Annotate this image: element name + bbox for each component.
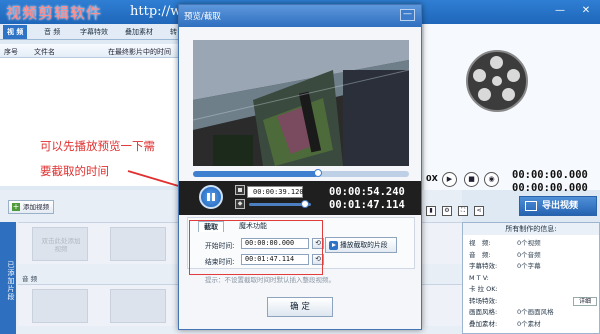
empty-slot-hint: 双击此处添加视频 <box>41 237 81 253</box>
info-row-value: 0个视频 <box>517 239 541 247</box>
info-row-key: 叠加素材: <box>469 319 498 328</box>
duration-time: 00:01:47.114 <box>329 199 405 211</box>
info-row-key: 转场特效: <box>469 296 498 305</box>
info-row-key: 画面风格: <box>469 308 498 316</box>
info-row-key: M T V: <box>469 273 489 282</box>
column-index[interactable]: 序号 <box>4 47 18 57</box>
info-row-value: 0个音频 <box>517 250 541 259</box>
volume-slider-handle[interactable] <box>300 200 309 208</box>
tab-subtitle-effects[interactable]: 字幕特效 <box>76 25 112 39</box>
video-frame-image <box>193 40 409 166</box>
column-filename[interactable]: 文件名 <box>34 47 55 57</box>
play-clip-button[interactable]: 播放截取的片段 <box>325 237 397 253</box>
dialog-titlebar[interactable]: 预览/截取 — <box>179 5 421 27</box>
info-title: 所有制作的信息: <box>463 223 599 235</box>
pause-icon <box>207 193 210 201</box>
info-row-key: 卡 拉 OK: <box>469 285 498 293</box>
video-slot[interactable] <box>110 227 166 261</box>
playback-progress-bar[interactable] <box>193 169 409 177</box>
info-row-value: 0个字幕 <box>517 262 541 270</box>
project-info-panel: 所有制作的信息: 视 频: 0个视频音 频: 0个音频字幕特效: 0个字幕 M T V:… <box>462 222 600 334</box>
audio-track-label: 音 频 <box>22 275 38 283</box>
details-button[interactable]: 详细 <box>573 296 597 306</box>
stop-button[interactable] <box>235 185 245 195</box>
video-slot[interactable]: 双击此处添加视频 <box>32 227 88 261</box>
close-icon[interactable]: ✕ <box>578 4 594 18</box>
film-reel-icon <box>466 50 528 112</box>
stop-icon <box>238 188 242 192</box>
video-preview <box>193 40 409 166</box>
player-controls: ◆ 00:00:39.120 00:00:54.240 00:01:47.114 <box>179 181 421 215</box>
stop-icon[interactable]: ■ <box>464 172 479 187</box>
current-time-readout: 00:00:39.120 <box>247 186 304 198</box>
play-icon[interactable]: ▶ <box>442 172 457 187</box>
settings-icon[interactable]: ⚙ <box>442 206 452 216</box>
clip-hint-text: 提示：不设置截取时间时默认插入整段视频。 <box>205 276 335 284</box>
add-icon: + <box>12 202 20 211</box>
annotation-highlight-box <box>189 220 323 275</box>
added-clips-side-tab[interactable]: 已添加片段 <box>0 222 16 334</box>
file-list-header: 序号 文件名 在最终影片中的时间 <box>0 44 184 58</box>
info-row-key: 字幕特效: <box>469 262 498 270</box>
app-watermark-title: 视频剪辑软件 <box>6 4 103 22</box>
column-time-in-movie[interactable]: 在最终影片中的时间 <box>108 47 171 57</box>
share-icon[interactable]: ⋖ <box>474 206 484 216</box>
info-row-value: 0个画面风格 <box>517 308 554 316</box>
preview-clip-dialog: 预览/截取 — ◆ 00:00:39.120 00:00:54.240 00:0… <box>178 4 422 330</box>
dialog-title: 预览/截取 <box>184 12 221 22</box>
info-row-value: 0个素材 <box>517 319 541 328</box>
add-video-label: 添加视频 <box>23 203 49 211</box>
play-icon <box>329 241 338 250</box>
preview-speed-label: 0X <box>426 174 438 183</box>
playback-progress-fill <box>193 171 319 177</box>
audio-slot[interactable] <box>110 289 166 323</box>
export-video-button[interactable]: 导出视频 <box>519 196 597 216</box>
export-video-label: 导出视频 <box>542 201 579 211</box>
export-icon <box>525 201 537 211</box>
pause-button[interactable] <box>199 185 223 209</box>
add-video-button[interactable]: + 添加视频 <box>8 200 54 214</box>
ok-button[interactable]: 确 定 <box>267 297 333 317</box>
annotation-line-2: 要截取的时间 <box>40 164 109 178</box>
main-tabbar: 视 频 音 频 字幕特效 叠加素材 转 <box>0 24 184 40</box>
minimize-icon[interactable]: — <box>552 4 568 18</box>
tab-overlay-material[interactable]: 叠加素材 <box>121 25 157 39</box>
position-time: 00:00:54.240 <box>329 186 405 198</box>
minimize-icon[interactable]: — <box>400 9 415 21</box>
fullscreen-icon[interactable]: ⛶ <box>458 206 468 216</box>
info-row-key: 音 频: <box>469 250 491 259</box>
info-row-key: 视 频: <box>469 239 491 247</box>
tab-video[interactable]: 视 频 <box>3 25 28 39</box>
preview-current-time: 00:00:00.000 <box>512 169 588 181</box>
annotation-line-1: 可以先播放预览一下需 <box>40 139 155 153</box>
audio-slot[interactable] <box>32 289 88 323</box>
volume-icon[interactable]: ▮ <box>426 206 436 216</box>
volume-button[interactable]: ◆ <box>235 199 245 209</box>
play-clip-label: 播放截取的片段 <box>340 241 388 249</box>
playback-progress-handle[interactable] <box>314 169 323 177</box>
tab-audio[interactable]: 音 频 <box>40 25 64 39</box>
snapshot-icon[interactable]: ◉ <box>484 172 499 187</box>
preview-total-time: 00:00:00.000 <box>512 182 588 194</box>
